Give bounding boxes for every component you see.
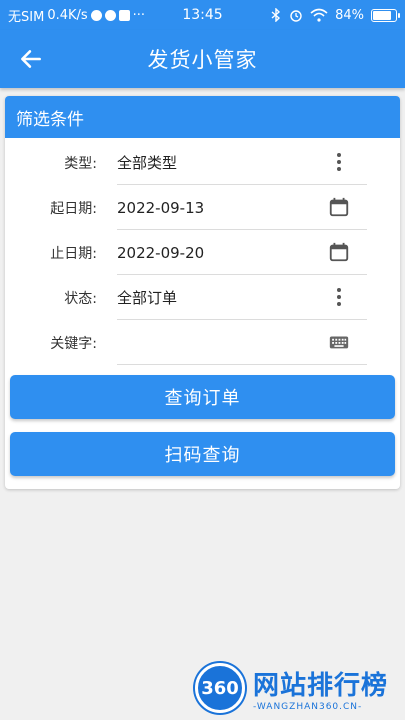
status-bar: 无SIM 0.4K/s ··· 13:45 84%	[0, 0, 405, 30]
battery-icon	[371, 8, 400, 22]
arrow-left-icon[interactable]	[18, 46, 44, 72]
alarm-icon	[290, 10, 302, 22]
network-speed: 0.4K/s	[47, 7, 88, 23]
filter-card: 筛选条件 类型: 全部类型 起日期: 2022-09-13 止日期: 2022-…	[5, 96, 400, 489]
watermark-logo: 360	[195, 663, 245, 713]
start-date-field[interactable]: 起日期: 2022-09-13	[5, 185, 400, 230]
status-label: 状态:	[64, 290, 97, 307]
type-label: 类型:	[64, 155, 97, 172]
keyword-label: 关键字:	[50, 335, 97, 352]
start-date-value[interactable]: 2022-09-13	[117, 199, 204, 217]
filter-header: 筛选条件	[5, 96, 400, 138]
divider	[117, 364, 367, 365]
wifi-icon	[310, 8, 328, 22]
watermark-title: 网站排行榜	[253, 670, 389, 701]
more-notifications: ···	[132, 7, 146, 23]
type-field[interactable]: 类型: 全部类型	[5, 140, 400, 185]
query-orders-button[interactable]: 查询订单	[10, 375, 395, 419]
keyboard-icon[interactable]	[328, 331, 350, 353]
check-notification-icon	[104, 9, 116, 21]
mail-notification-icon	[118, 9, 130, 21]
start-date-label: 起日期:	[50, 200, 97, 217]
battery-percent: 84%	[335, 7, 364, 23]
scan-query-button[interactable]: 扫码查询	[10, 432, 395, 476]
watermark: 360 网站排行榜 -WANGZHAN360.CN-	[195, 656, 405, 720]
calendar-icon[interactable]	[328, 196, 350, 218]
watermark-url: -WANGZHAN360.CN-	[253, 701, 363, 712]
app-bar: 发货小管家	[0, 30, 405, 88]
calendar-icon[interactable]	[328, 241, 350, 263]
end-date-value[interactable]: 2022-09-20	[117, 244, 204, 262]
status-value[interactable]: 全部订单	[117, 287, 177, 308]
carrier-text: 无SIM	[8, 9, 45, 25]
more-vert-icon[interactable]	[328, 151, 350, 173]
page-title: 发货小管家	[147, 48, 258, 72]
battery-level-fill	[373, 10, 391, 20]
more-vert-icon[interactable]	[328, 286, 350, 308]
keyword-field[interactable]: 关键字:	[5, 320, 400, 365]
end-date-label: 止日期:	[50, 245, 97, 262]
type-value[interactable]: 全部类型	[117, 152, 177, 173]
end-date-field[interactable]: 止日期: 2022-09-20	[5, 230, 400, 275]
bluetooth-icon	[271, 8, 281, 22]
chat-notification-icon	[90, 9, 102, 21]
status-field[interactable]: 状态: 全部订单	[5, 275, 400, 320]
